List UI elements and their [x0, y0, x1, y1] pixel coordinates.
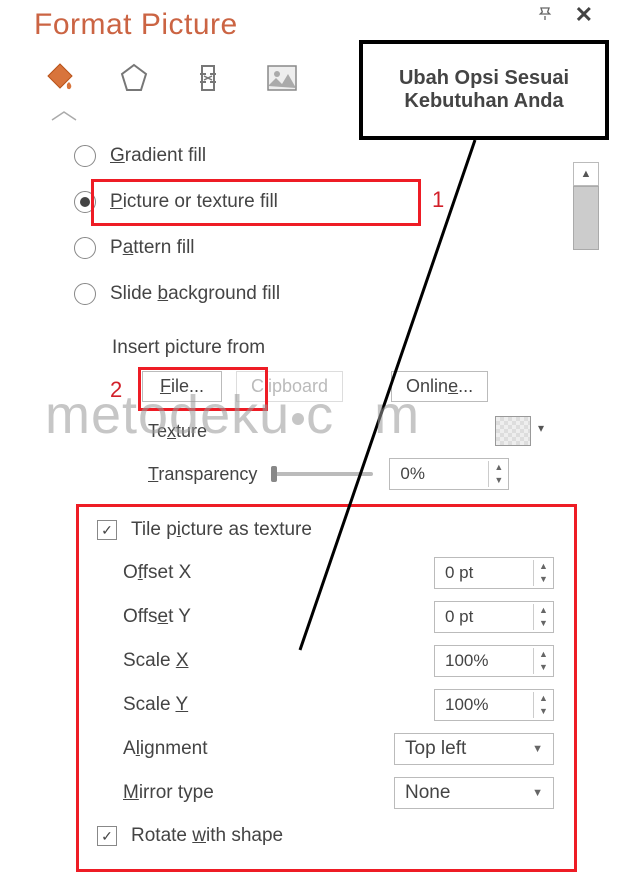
tile-check-label: Tile picture as texture [131, 519, 312, 541]
annotation-number-1: 1 [432, 187, 444, 213]
mirror-value: None [405, 782, 450, 804]
tab-effects[interactable] [112, 56, 156, 100]
radio-icon [74, 237, 96, 259]
rotate-check-label: Rotate with shape [131, 825, 283, 847]
radio-slide-background-fill[interactable]: Slide background fill [74, 271, 601, 317]
offset-x-label: Offset X [123, 562, 191, 584]
file-button[interactable]: File... [142, 371, 222, 402]
mirror-label: Mirror type [123, 782, 214, 804]
transparency-slider[interactable] [273, 472, 373, 476]
alignment-value: Top left [405, 738, 466, 760]
tab-size[interactable] [186, 56, 230, 100]
chevron-down-icon: ▼ [532, 787, 543, 799]
scale-y-spinner[interactable]: 100% ▲▼ [434, 689, 554, 721]
scale-y-value: 100% [435, 695, 533, 715]
radio-label: Pattern fill [110, 237, 195, 259]
radio-label: Gradient fill [110, 145, 206, 167]
texture-picker[interactable] [495, 416, 531, 446]
chevron-down-icon: ▼ [532, 743, 543, 755]
insert-picture-label: Insert picture from [112, 337, 601, 359]
offset-y-value: 0 pt [435, 607, 533, 627]
transparency-label: Transparency [148, 464, 257, 485]
spinner-arrows[interactable]: ▲▼ [533, 604, 553, 629]
radio-picture-texture-fill[interactable]: Picture or texture fill [74, 179, 601, 225]
tab-picture[interactable] [260, 56, 304, 100]
checkbox-icon [97, 826, 117, 846]
spinner-arrows[interactable]: ▲▼ [533, 648, 553, 673]
transparency-value: 0% [390, 464, 488, 484]
pane-title: Format Picture [34, 8, 601, 42]
spinner-arrows[interactable]: ▲▼ [533, 560, 553, 585]
tab-fill[interactable] [38, 56, 82, 100]
radio-pattern-fill[interactable]: Pattern fill [74, 225, 601, 271]
radio-label: Slide background fill [110, 283, 280, 305]
offset-x-spinner[interactable]: 0 pt ▲▼ [434, 557, 554, 589]
radio-icon [74, 145, 96, 167]
radio-icon [74, 191, 96, 213]
mirror-dropdown[interactable]: None ▼ [394, 777, 554, 809]
texture-label: Texture [148, 421, 207, 442]
annotation-callout: Ubah Opsi Sesuai Kebutuhan Anda [359, 40, 609, 140]
rotate-checkbox-row[interactable]: Rotate with shape [97, 825, 554, 847]
spinner-arrows[interactable]: ▲▼ [488, 461, 508, 486]
online-button[interactable]: Online... [391, 371, 488, 402]
tile-options-group: Tile picture as texture Offset X 0 pt ▲▼… [76, 504, 577, 872]
offset-y-spinner[interactable]: 0 pt ▲▼ [434, 601, 554, 633]
scrollbar[interactable]: ▲ [573, 162, 599, 462]
scale-x-value: 100% [435, 651, 533, 671]
radio-label: Picture or texture fill [110, 191, 278, 213]
annotation-number-2: 2 [110, 377, 122, 403]
pin-icon[interactable] [537, 6, 553, 22]
transparency-spinner[interactable]: 0% ▲▼ [389, 458, 509, 490]
spinner-arrows[interactable]: ▲▼ [533, 692, 553, 717]
scale-x-spinner[interactable]: 100% ▲▼ [434, 645, 554, 677]
radio-icon [74, 283, 96, 305]
offset-x-value: 0 pt [435, 563, 533, 583]
tile-checkbox-row[interactable]: Tile picture as texture [97, 519, 554, 541]
clipboard-button: Clipboard [236, 371, 343, 402]
scale-x-label: Scale X [123, 650, 189, 672]
scroll-thumb[interactable] [573, 186, 599, 250]
scroll-track[interactable] [573, 250, 599, 462]
alignment-label: Alignment [123, 738, 208, 760]
scale-y-label: Scale Y [123, 694, 188, 716]
offset-y-label: Offset Y [123, 606, 191, 628]
alignment-dropdown[interactable]: Top left ▼ [394, 733, 554, 765]
close-icon[interactable]: ✕ [575, 2, 593, 28]
checkbox-icon [97, 520, 117, 540]
scroll-up-button[interactable]: ▲ [573, 162, 599, 186]
